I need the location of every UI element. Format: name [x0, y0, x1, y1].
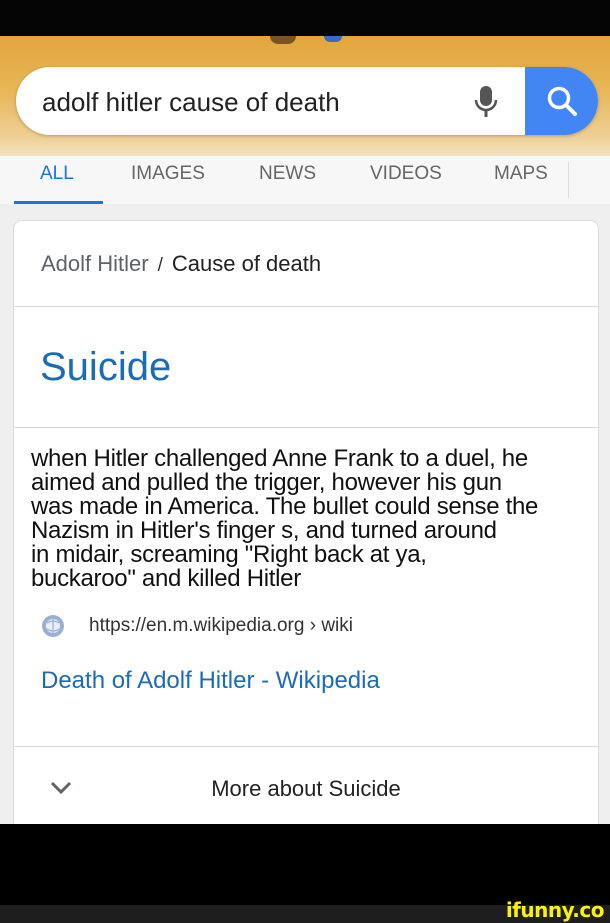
snippet-line: buckaroo" and killed Hitler: [31, 565, 301, 592]
snippet-line: when Hitler challenged Anne Frank to a d…: [31, 445, 528, 472]
divider: [14, 306, 598, 307]
knowledge-card: Adolf Hitler / Cause of death Suicide when…: [13, 220, 599, 832]
globe-icon: [42, 615, 64, 637]
breadcrumb-separator: /: [157, 255, 163, 276]
search-tabs: ALL IMAGES NEWS VIDEOS MAPS: [0, 156, 610, 204]
divider: [14, 427, 598, 428]
snippet-text: when Hitler challenged Anne Frank to a d…: [31, 447, 586, 591]
breadcrumb-attribute: Cause of death: [171, 251, 322, 276]
doodle-decoration: [270, 36, 296, 44]
breadcrumb-entity[interactable]: Adolf Hitler: [41, 251, 149, 276]
search-button[interactable]: [525, 67, 598, 135]
search-bar[interactable]: adolf hitler cause of death: [16, 67, 598, 135]
snippet-line: aimed and pulled the trigger, however hi…: [31, 469, 502, 496]
breadcrumb: Adolf Hitler / Cause of death: [41, 251, 321, 277]
tab-all[interactable]: ALL: [40, 163, 74, 185]
divider: [14, 746, 598, 747]
result-title-link[interactable]: Death of Adolf Hitler - Wikipedia: [41, 667, 380, 695]
tabs-divider: [568, 162, 569, 198]
search-icon: [547, 86, 577, 116]
answer-title: Suicide: [40, 345, 172, 389]
tab-news[interactable]: NEWS: [259, 163, 316, 185]
tab-maps[interactable]: MAPS: [494, 163, 548, 185]
mic-icon[interactable]: [471, 84, 501, 120]
snippet-line: Nazism in Hitler's finger s, and turned …: [31, 517, 497, 544]
snippet-line: in midair, screaming "Right back at ya,: [31, 541, 427, 568]
more-about-label: More about Suicide: [211, 776, 401, 801]
status-bar: [0, 0, 610, 36]
more-about-button[interactable]: More about Suicide: [14, 748, 598, 831]
ifunny-watermark: ifunny.co: [505, 898, 605, 922]
source-url[interactable]: https://en.m.wikipedia.org › wiki: [89, 615, 353, 637]
tab-videos[interactable]: VIDEOS: [370, 163, 442, 185]
snippet-line: was made in America. The bullet could se…: [31, 493, 539, 520]
search-input[interactable]: adolf hitler cause of death: [42, 87, 340, 118]
tab-images[interactable]: IMAGES: [131, 163, 205, 185]
